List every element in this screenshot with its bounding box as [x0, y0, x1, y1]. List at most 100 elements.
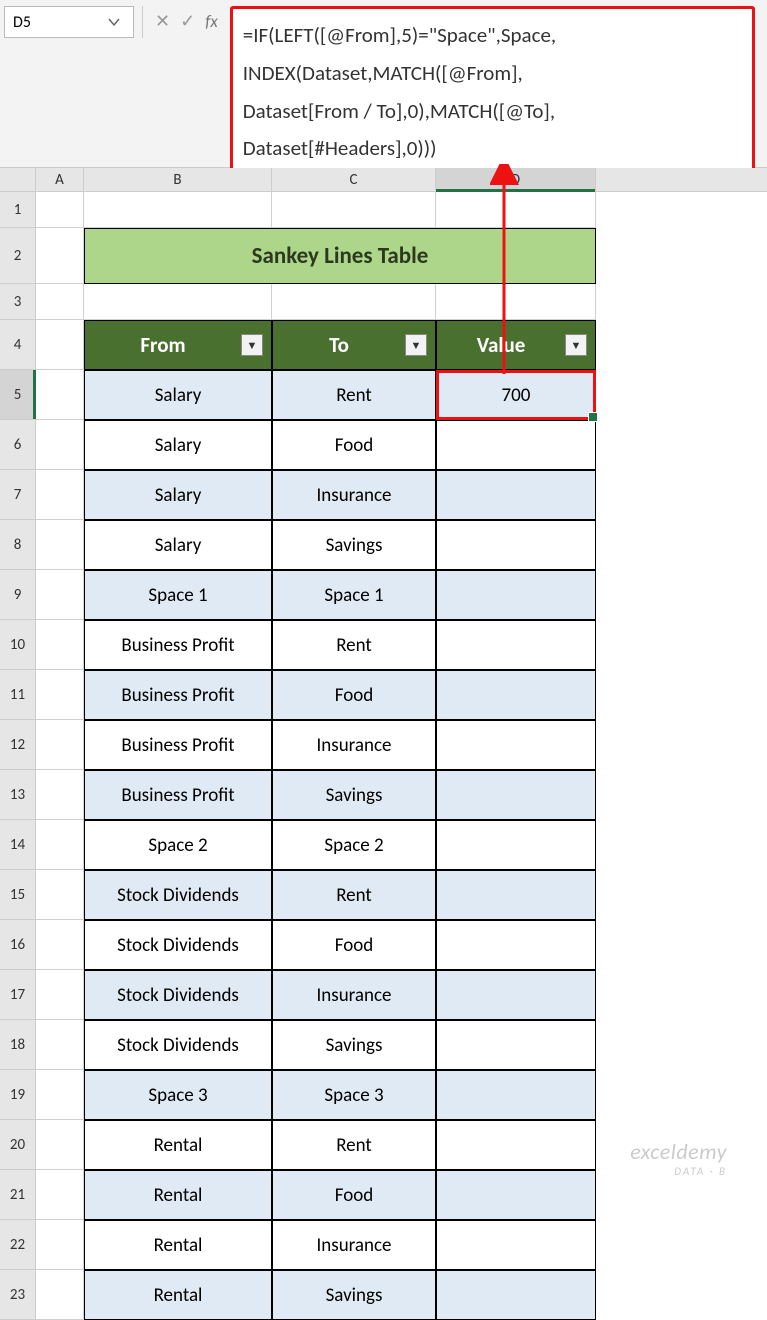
filter-dropdown-icon[interactable]: ▼: [241, 334, 263, 356]
row-header-10[interactable]: 10: [0, 620, 36, 670]
col-header-A[interactable]: A: [36, 168, 84, 191]
cell-to[interactable]: Food: [272, 920, 436, 970]
cell-value[interactable]: [436, 1220, 596, 1270]
empty-cell[interactable]: [36, 1070, 84, 1120]
cell-to[interactable]: Food: [272, 670, 436, 720]
cell-value[interactable]: [436, 1270, 596, 1320]
cell-from[interactable]: Salary: [84, 370, 272, 420]
row-header-17[interactable]: 17: [0, 970, 36, 1020]
row-header-15[interactable]: 15: [0, 870, 36, 920]
cell-from[interactable]: Business Profit: [84, 620, 272, 670]
empty-cell[interactable]: [36, 920, 84, 970]
cell-to[interactable]: Space 3: [272, 1070, 436, 1120]
name-box[interactable]: D5: [4, 6, 134, 38]
cell-to[interactable]: Food: [272, 1170, 436, 1220]
row-header-13[interactable]: 13: [0, 770, 36, 820]
cell-from[interactable]: Stock Dividends: [84, 870, 272, 920]
cell-value[interactable]: [436, 820, 596, 870]
empty-cell[interactable]: [84, 192, 272, 228]
col-header-C[interactable]: C: [272, 168, 436, 191]
empty-cell[interactable]: [36, 870, 84, 920]
fx-icon[interactable]: fx: [205, 11, 218, 32]
cell-to[interactable]: Rent: [272, 1120, 436, 1170]
empty-cell[interactable]: [36, 520, 84, 570]
cell-from[interactable]: Salary: [84, 520, 272, 570]
cell-to[interactable]: Space 1: [272, 570, 436, 620]
active-cell[interactable]: 700: [436, 370, 596, 420]
empty-cell[interactable]: [436, 192, 596, 228]
empty-cell[interactable]: [36, 970, 84, 1020]
cell-to[interactable]: Savings: [272, 1020, 436, 1070]
cell-from[interactable]: Salary: [84, 470, 272, 520]
row-header-11[interactable]: 11: [0, 670, 36, 720]
cell-value[interactable]: [436, 1070, 596, 1120]
cell-value[interactable]: [436, 420, 596, 470]
empty-cell[interactable]: [36, 192, 84, 228]
empty-cell[interactable]: [36, 1270, 84, 1320]
cell-value[interactable]: [436, 620, 596, 670]
filter-dropdown-icon[interactable]: ▼: [565, 334, 587, 356]
empty-cell[interactable]: [36, 470, 84, 520]
cell-to[interactable]: Savings: [272, 1270, 436, 1320]
row-header-14[interactable]: 14: [0, 820, 36, 870]
empty-cell[interactable]: [36, 420, 84, 470]
cell-to[interactable]: Insurance: [272, 970, 436, 1020]
empty-cell[interactable]: [36, 320, 84, 370]
row-header-8[interactable]: 8: [0, 520, 36, 570]
row-header-4[interactable]: 4: [0, 320, 36, 370]
empty-cell[interactable]: [36, 670, 84, 720]
cell-value[interactable]: [436, 520, 596, 570]
cell-from[interactable]: Space 3: [84, 1070, 272, 1120]
cell-to[interactable]: Rent: [272, 370, 436, 420]
empty-cell[interactable]: [36, 570, 84, 620]
empty-cell[interactable]: [36, 820, 84, 870]
cell-value[interactable]: [436, 920, 596, 970]
cell-to[interactable]: Savings: [272, 770, 436, 820]
empty-cell[interactable]: [36, 284, 84, 320]
row-header-18[interactable]: 18: [0, 1020, 36, 1070]
empty-cell[interactable]: [272, 284, 436, 320]
col-header-D[interactable]: D: [436, 168, 596, 191]
row-header-20[interactable]: 20: [0, 1120, 36, 1170]
row-header-2[interactable]: 2: [0, 228, 36, 284]
filter-dropdown-icon[interactable]: ▼: [405, 334, 427, 356]
empty-cell[interactable]: [36, 1020, 84, 1070]
empty-cell[interactable]: [84, 284, 272, 320]
cell-to[interactable]: Rent: [272, 870, 436, 920]
cell-to[interactable]: Insurance: [272, 470, 436, 520]
empty-cell[interactable]: [36, 720, 84, 770]
row-header-23[interactable]: 23: [0, 1270, 36, 1320]
cell-to[interactable]: Insurance: [272, 720, 436, 770]
cell-from[interactable]: Stock Dividends: [84, 970, 272, 1020]
col-header-B[interactable]: B: [84, 168, 272, 191]
cell-from[interactable]: Business Profit: [84, 720, 272, 770]
cell-from[interactable]: Stock Dividends: [84, 920, 272, 970]
empty-cell[interactable]: [36, 620, 84, 670]
cell-from[interactable]: Business Profit: [84, 670, 272, 720]
table-header-value[interactable]: Value▼: [436, 320, 596, 370]
row-header-1[interactable]: 1: [0, 192, 36, 228]
empty-cell[interactable]: [36, 1170, 84, 1220]
cancel-formula-icon[interactable]: ✕: [155, 10, 170, 32]
cell-value[interactable]: [436, 870, 596, 920]
row-header-3[interactable]: 3: [0, 284, 36, 320]
cell-from[interactable]: Rental: [84, 1120, 272, 1170]
row-header-16[interactable]: 16: [0, 920, 36, 970]
cell-value[interactable]: [436, 470, 596, 520]
cell-value[interactable]: [436, 970, 596, 1020]
empty-cell[interactable]: [36, 370, 84, 420]
cell-value[interactable]: [436, 720, 596, 770]
cell-to[interactable]: Savings: [272, 520, 436, 570]
empty-cell[interactable]: [36, 1120, 84, 1170]
cell-value[interactable]: [436, 1120, 596, 1170]
row-header-19[interactable]: 19: [0, 1070, 36, 1120]
row-header-9[interactable]: 9: [0, 570, 36, 620]
formula-bar[interactable]: =IF(LEFT([@From],5)="Space",Space, INDEX…: [230, 6, 755, 179]
row-header-22[interactable]: 22: [0, 1220, 36, 1270]
cell-to[interactable]: Space 2: [272, 820, 436, 870]
empty-cell[interactable]: [272, 192, 436, 228]
cell-from[interactable]: Salary: [84, 420, 272, 470]
cell-from[interactable]: Space 2: [84, 820, 272, 870]
row-header-21[interactable]: 21: [0, 1170, 36, 1220]
table-header-from[interactable]: From▼: [84, 320, 272, 370]
